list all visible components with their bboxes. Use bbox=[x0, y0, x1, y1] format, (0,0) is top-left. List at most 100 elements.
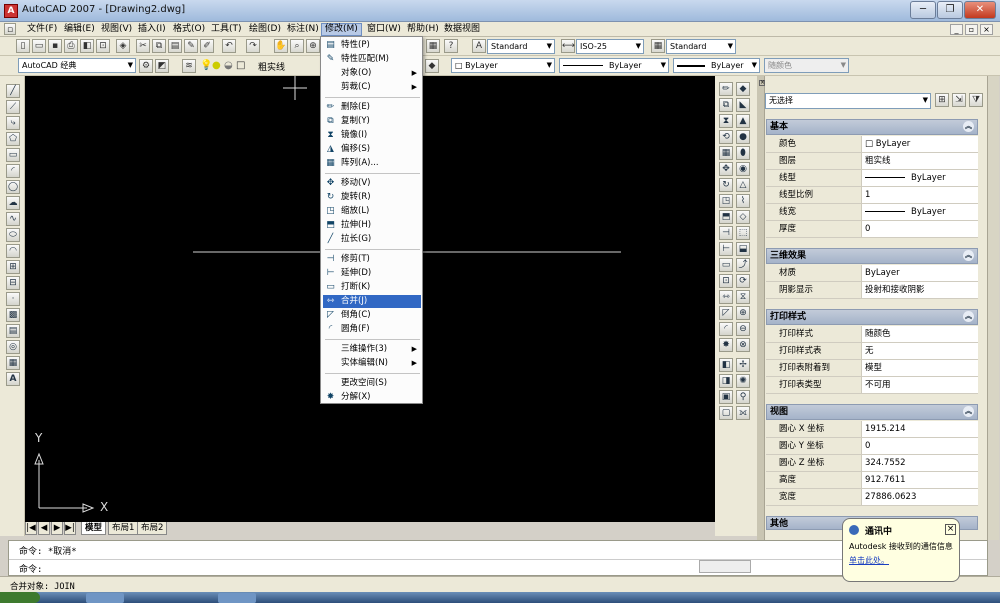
make-block-icon[interactable]: ⊟ bbox=[6, 276, 20, 290]
hatch-icon[interactable]: ▩ bbox=[6, 308, 20, 322]
polygon-icon[interactable]: ⬠ bbox=[6, 132, 20, 146]
gradient-icon[interactable]: ▤ bbox=[6, 324, 20, 338]
menu-properties[interactable]: ▤ 特性(P) bbox=[323, 39, 421, 52]
balloon-close-icon[interactable]: × bbox=[945, 524, 956, 535]
zoom-window-icon[interactable]: ⊕ bbox=[306, 39, 320, 53]
publish-3d-icon[interactable]: ◈ bbox=[116, 39, 130, 53]
start-button[interactable] bbox=[0, 592, 40, 603]
dim-style-select[interactable]: ISO-25 ▼ bbox=[576, 39, 644, 54]
palette-close-icon[interactable]: × bbox=[759, 80, 765, 86]
command-scrollbar[interactable] bbox=[699, 560, 751, 573]
taskbar-item[interactable] bbox=[86, 593, 124, 603]
copy-clip-icon[interactable]: ⧉ bbox=[152, 39, 166, 53]
tb-break-point-icon[interactable]: ⊡ bbox=[719, 274, 733, 288]
prop-value[interactable]: 无 bbox=[861, 343, 978, 359]
workspace-save-icon[interactable]: ◩ bbox=[155, 59, 169, 73]
tb-3d-loft-icon[interactable]: ⧖ bbox=[736, 290, 750, 304]
tb-3d-align-icon[interactable]: ⚲ bbox=[736, 390, 750, 404]
lineweight-control-select[interactable]: ByLayer ▼ bbox=[673, 58, 760, 73]
prop-value[interactable]: 投射和接收阴影 bbox=[861, 282, 978, 298]
tb-copy-icon[interactable]: ⧉ bbox=[719, 98, 733, 112]
text-style-icon[interactable]: A bbox=[472, 39, 486, 53]
text-style-select[interactable]: Standard ▼ bbox=[487, 39, 555, 54]
arc-icon[interactable]: ◜ bbox=[6, 164, 20, 178]
menu-view[interactable]: 视图(V) bbox=[98, 23, 135, 36]
prop-value[interactable]: 模型 bbox=[861, 360, 978, 376]
tb-stretch-icon[interactable]: ⬒ bbox=[719, 210, 733, 224]
ellipse-arc-icon[interactable]: ◠ bbox=[6, 244, 20, 258]
layer-lock-icon[interactable]: ◒ bbox=[224, 60, 233, 71]
menu-fillet[interactable]: ◜ 圆角(F) bbox=[323, 323, 421, 336]
section-basic[interactable]: 基本 ︽ bbox=[766, 119, 978, 135]
tb-3d-move-icon[interactable]: ✢ bbox=[736, 358, 750, 372]
color-control-select[interactable]: □ ByLayer ▼ bbox=[451, 58, 555, 73]
minimize-button[interactable]: ─ bbox=[910, 1, 936, 19]
prop-row[interactable]: 线宽 ByLayer bbox=[766, 204, 978, 221]
close-button[interactable]: ✕ bbox=[964, 1, 996, 19]
layer-color-icon[interactable]: □ bbox=[236, 60, 245, 71]
taskbar-item[interactable] bbox=[218, 593, 256, 603]
prop-value[interactable]: 1 bbox=[861, 187, 978, 203]
prop-value[interactable]: 不可用 bbox=[861, 377, 978, 393]
menu-help[interactable]: 帮助(H) bbox=[404, 23, 442, 36]
zoom-realtime-icon[interactable]: ⌕ bbox=[290, 39, 304, 53]
circle-icon[interactable]: ◯ bbox=[6, 180, 20, 194]
prop-row[interactable]: 圆心 Z 坐标 324.7552 bbox=[766, 455, 978, 472]
menu-copy[interactable]: ⧉ 复制(Y) bbox=[323, 115, 421, 128]
section-3d-effects[interactable]: 三维效果 ︽ bbox=[766, 248, 978, 264]
tb-move-icon[interactable]: ✥ bbox=[719, 162, 733, 176]
menu-3d-operations[interactable]: 三维操作(3) ▶ bbox=[323, 343, 421, 356]
layer-thaw-icon[interactable]: ● bbox=[212, 60, 221, 71]
section-view[interactable]: 视图 ︽ bbox=[766, 404, 978, 420]
last-tab-icon[interactable]: ▶| bbox=[64, 522, 76, 535]
insert-block-icon[interactable]: ⊞ bbox=[6, 260, 20, 274]
prop-row[interactable]: 图层 粗实线 bbox=[766, 153, 978, 170]
command-window[interactable]: 命令: *取消* 命令: bbox=[8, 540, 988, 576]
tb-offset-icon[interactable]: ⟲ bbox=[719, 130, 733, 144]
menu-break[interactable]: ▭ 打断(K) bbox=[323, 281, 421, 294]
tb-3d-sphere-icon[interactable]: ● bbox=[736, 130, 750, 144]
quick-select-icon[interactable]: ⧩ bbox=[969, 93, 983, 107]
tb-join-icon[interactable]: ⇿ bbox=[719, 290, 733, 304]
palette-scrollbar[interactable] bbox=[987, 76, 999, 540]
menu-data-view[interactable]: 数据视图 bbox=[441, 23, 483, 36]
tb-3d-extrude-icon[interactable]: ⬚ bbox=[736, 226, 750, 240]
command-prompt[interactable]: 命令: bbox=[19, 562, 42, 575]
prop-row[interactable]: 圆心 X 坐标 1915.214 bbox=[766, 421, 978, 438]
doc-restore-button[interactable]: ▫ bbox=[965, 24, 978, 35]
menu-rotate[interactable]: ↻ 旋转(R) bbox=[323, 191, 421, 204]
tb-extend-icon[interactable]: ⊢ bbox=[719, 242, 733, 256]
tb-mirror-icon[interactable]: ⧗ bbox=[719, 114, 733, 128]
prop-value[interactable]: 0 bbox=[861, 438, 978, 454]
revision-cloud-icon[interactable]: ☁ bbox=[6, 196, 20, 210]
prop-value[interactable]: 1915.214 bbox=[861, 421, 978, 437]
spline-icon[interactable]: ∿ bbox=[6, 212, 20, 226]
prop-row[interactable]: 材质 ByLayer bbox=[766, 265, 978, 282]
prop-row[interactable]: 颜色 □ ByLayer bbox=[766, 136, 978, 153]
prop-row[interactable]: 打印表附着到 模型 bbox=[766, 360, 978, 377]
menu-draw[interactable]: 绘图(D) bbox=[246, 23, 284, 36]
tb-chamfer-icon[interactable]: ◸ bbox=[719, 306, 733, 320]
ellipse-icon[interactable]: ⬭ bbox=[6, 228, 20, 242]
construction-line-icon[interactable]: ⟋ bbox=[6, 100, 20, 114]
multiline-text-icon[interactable]: A bbox=[6, 372, 20, 386]
new-icon[interactable]: ▯ bbox=[16, 39, 30, 53]
menu-mirror[interactable]: ⧗ 镜像(I) bbox=[323, 129, 421, 142]
select-objects-icon[interactable]: ⇲ bbox=[952, 93, 966, 107]
tb-front-icon[interactable]: ▣ bbox=[719, 390, 733, 404]
prop-value[interactable]: ByLayer bbox=[861, 170, 978, 186]
doc-close-button[interactable]: × bbox=[980, 24, 993, 35]
rectangle-icon[interactable]: ▭ bbox=[6, 148, 20, 162]
menu-trim[interactable]: ⊣ 修剪(T) bbox=[323, 253, 421, 266]
menu-chamfer[interactable]: ◸ 倒角(C) bbox=[323, 309, 421, 322]
tb-3d-intersect-icon[interactable]: ⊗ bbox=[736, 338, 750, 352]
prop-value[interactable]: 912.7611 bbox=[861, 472, 978, 488]
menu-extend[interactable]: ⊢ 延伸(D) bbox=[323, 267, 421, 280]
table-style-icon[interactable]: ▦ bbox=[651, 39, 665, 53]
prop-value[interactable]: ByLayer bbox=[861, 265, 978, 281]
menu-file[interactable]: 文件(F) bbox=[24, 23, 60, 36]
prop-row[interactable]: 线型比例 1 bbox=[766, 187, 978, 204]
prop-value[interactable]: ByLayer bbox=[861, 204, 978, 220]
prop-row[interactable]: 打印样式表无 bbox=[766, 343, 978, 360]
paste-icon[interactable]: ▤ bbox=[168, 39, 182, 53]
